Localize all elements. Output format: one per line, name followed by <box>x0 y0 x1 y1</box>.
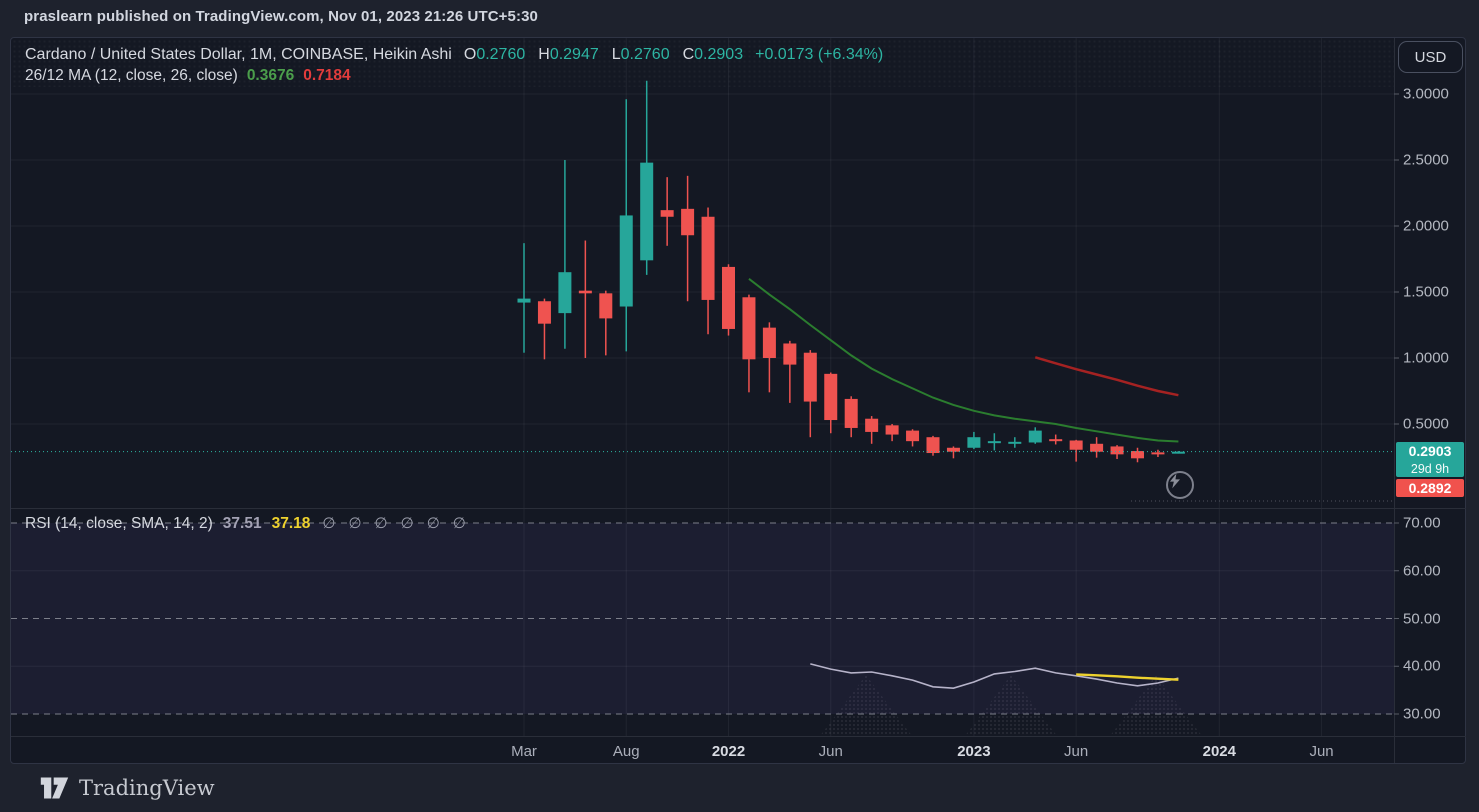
candle-apr-2021 <box>538 301 551 323</box>
time-tick-label: 2022 <box>712 743 745 760</box>
time-tick-label: 2024 <box>1203 743 1236 760</box>
candle-may-2021 <box>558 272 571 313</box>
price-tick-label: 3.0000 <box>1403 86 1449 103</box>
symbol-legend-row: Cardano / United States Dollar, 1M, COIN… <box>25 46 883 64</box>
lightning-button[interactable] <box>1166 471 1194 499</box>
last-price-badge: 0.2903 29d 9h <box>1396 442 1464 477</box>
price-tick-label: 2.5000 <box>1403 152 1449 169</box>
time-tick-label: Aug <box>613 743 640 760</box>
rsi-legend-label: RSI (14, close, SMA, 14, 2) <box>25 515 213 533</box>
rsi-tick-label: 40.00 <box>1403 658 1441 675</box>
candle-jun-2022 <box>824 374 837 420</box>
rsi-empty-symbol: ∅ <box>348 515 363 532</box>
candle-apr-2022 <box>783 343 796 364</box>
candle-mar-2022 <box>763 328 776 358</box>
candle-sep-2022 <box>886 425 899 434</box>
bar-countdown: 29d 9h <box>1396 461 1464 477</box>
rsi-tick-label: 30.00 <box>1403 706 1441 723</box>
candle-aug-2022 <box>865 419 878 432</box>
rsi-empty-symbol: ∅ <box>453 515 468 532</box>
rsi-tick-label: 50.00 <box>1403 610 1441 627</box>
candle-jun-2023 <box>1070 441 1083 450</box>
candle-nov-2023 <box>1172 452 1185 454</box>
price-tick-label: 1.0000 <box>1403 350 1449 367</box>
publish-bar: praslearn published on TradingView.com, … <box>0 0 1479 32</box>
ohlc-item-o: O0.2760 <box>464 46 525 64</box>
rsi-empty-symbol: ∅ <box>401 515 416 532</box>
candle-nov-2022 <box>927 437 940 453</box>
candle-sep-2021 <box>640 163 653 261</box>
rsi-tick-label: 70.00 <box>1403 515 1441 532</box>
candle-oct-2023 <box>1151 452 1164 454</box>
candle-jul-2021 <box>599 293 612 318</box>
tradingview-logo-icon <box>40 776 69 800</box>
ma12-value: 0.3676 <box>247 67 294 85</box>
candle-jan-2023 <box>967 437 980 448</box>
rsi-sma-value: 37.18 <box>272 515 311 533</box>
rsi-legend-row: RSI (14, close, SMA, 14, 2) 37.51 37.18 … <box>25 514 479 533</box>
time-tick-label: Mar <box>511 743 537 760</box>
change-value: +0.0173 (+6.34%) <box>755 46 883 64</box>
candle-oct-2021 <box>661 210 674 217</box>
price-tick-label: 1.5000 <box>1403 284 1449 301</box>
rsi-empty-symbol: ∅ <box>322 515 337 532</box>
currency-button[interactable]: USD <box>1398 41 1463 73</box>
candle-feb-2022 <box>742 297 755 359</box>
chart-container: Cardano / United States Dollar, 1M, COIN… <box>10 37 1466 764</box>
candle-mar-2021 <box>518 299 531 303</box>
candle-dec-2021 <box>702 217 715 300</box>
time-tick-label: Jun <box>1064 743 1088 760</box>
rsi-tick-label: 60.00 <box>1403 562 1441 579</box>
rsi-value: 37.51 <box>223 515 262 533</box>
candle-jul-2022 <box>845 399 858 428</box>
low-price-badge: 0.2892 <box>1396 479 1464 497</box>
time-tick-label: 2023 <box>957 743 990 760</box>
time-tick-label: Jun <box>1309 743 1333 760</box>
plot-area[interactable] <box>11 38 1466 763</box>
tradingview-wordmark: TradingView <box>79 776 215 800</box>
price-tick-label: 0.5000 <box>1403 416 1449 433</box>
candle-apr-2023 <box>1029 431 1042 443</box>
symbol-title: Cardano / United States Dollar, 1M, COIN… <box>25 46 452 64</box>
ma26-value: 0.7184 <box>303 67 350 85</box>
candle-jun-2021 <box>579 291 592 294</box>
footer-bar: TradingView <box>0 764 1479 812</box>
ohlc-item-l: L0.2760 <box>612 46 670 64</box>
candle-feb-2023 <box>988 441 1001 443</box>
candle-sep-2023 <box>1131 451 1144 458</box>
candle-nov-2021 <box>681 209 694 235</box>
publish-text: praslearn published on TradingView.com, … <box>24 8 538 25</box>
candle-aug-2023 <box>1111 446 1124 454</box>
price-tick-label: 2.0000 <box>1403 218 1449 235</box>
candle-mar-2023 <box>1008 442 1021 444</box>
ma-legend-label: 26/12 MA (12, close, 26, close) <box>25 67 238 85</box>
ohlc-item-h: H0.2947 <box>538 46 599 64</box>
lightning-icon <box>1168 473 1182 489</box>
ohlc-values: O0.2760 H0.2947 L0.2760 C0.2903 <box>464 46 743 64</box>
candle-aug-2021 <box>620 215 633 306</box>
rsi-empty-symbol: ∅ <box>375 515 390 532</box>
last-price-value: 0.2903 <box>1396 442 1464 461</box>
rsi-empty-symbol: ∅ <box>427 515 442 532</box>
candle-jul-2023 <box>1090 444 1103 452</box>
time-tick-label: Jun <box>819 743 843 760</box>
candle-may-2023 <box>1049 439 1062 441</box>
ma-legend-row: 26/12 MA (12, close, 26, close) 0.3676 0… <box>25 67 351 85</box>
candle-oct-2022 <box>906 431 919 442</box>
rsi-empty-symbols: ∅ ∅ ∅ ∅ ∅ ∅ <box>322 514 478 532</box>
candle-may-2022 <box>804 353 817 402</box>
ohlc-item-c: C0.2903 <box>683 46 744 64</box>
candle-dec-2022 <box>947 448 960 452</box>
candle-jan-2022 <box>722 267 735 329</box>
